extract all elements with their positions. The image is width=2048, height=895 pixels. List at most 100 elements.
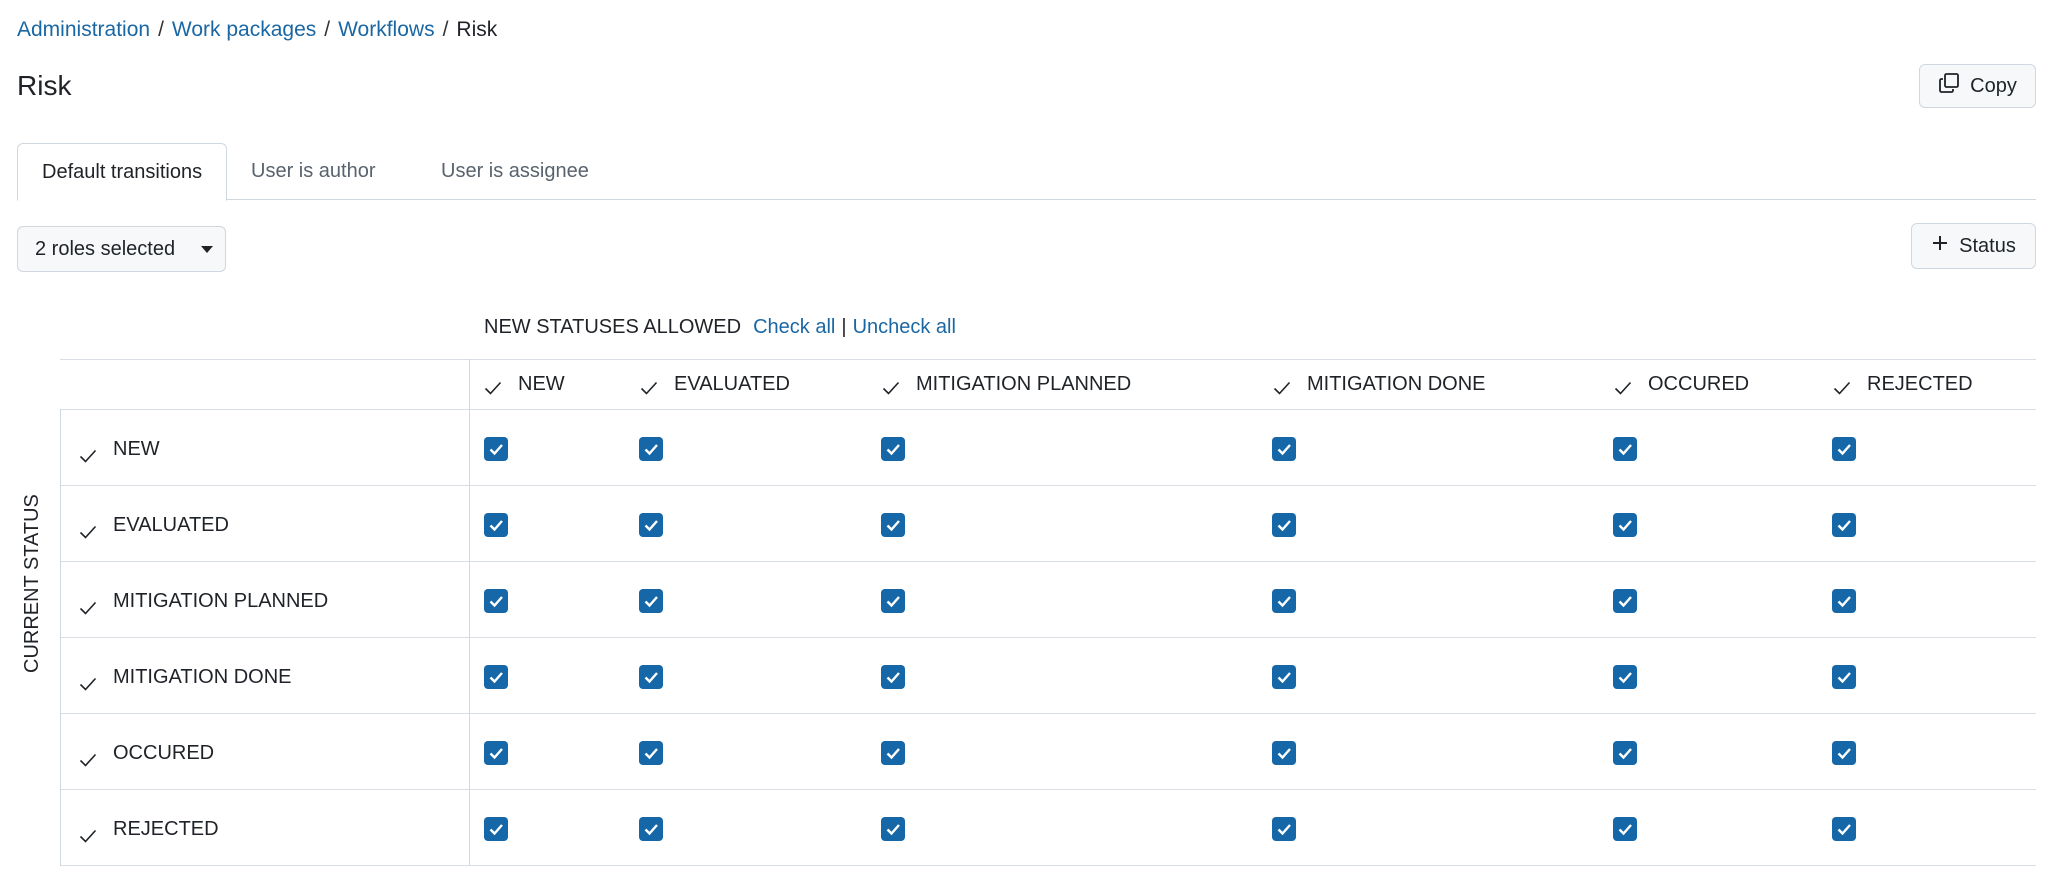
check-column-icon[interactable] — [1614, 378, 1632, 395]
column-header-label: MITIGATION DONE — [1307, 372, 1486, 395]
check-column-icon[interactable] — [882, 378, 900, 395]
transition-checkbox[interactable] — [881, 741, 905, 765]
check-column-icon[interactable] — [1833, 378, 1851, 395]
grid-line — [469, 359, 470, 866]
copy-button-label: Copy — [1970, 74, 2017, 97]
current-status-label: CURRENT STATUS — [21, 494, 43, 673]
check-row-icon[interactable] — [79, 674, 97, 691]
row-header-label: MITIGATION DONE — [113, 665, 292, 688]
transition-checkbox[interactable] — [639, 513, 663, 537]
transition-checkbox[interactable] — [1613, 741, 1637, 765]
row-header: MITIGATION PLANNED — [60, 563, 469, 639]
page-title: Risk — [17, 70, 72, 101]
roles-select[interactable]: 2 roles selected — [17, 226, 226, 272]
link-separator: | — [841, 316, 847, 338]
transition-checkbox[interactable] — [1272, 437, 1296, 461]
row-header-label: REJECTED — [113, 817, 219, 840]
transition-checkbox[interactable] — [1272, 589, 1296, 613]
transition-checkbox[interactable] — [1272, 817, 1296, 841]
breadcrumb-work-packages[interactable]: Work packages — [172, 18, 316, 42]
uncheck-all-link[interactable]: Uncheck all — [853, 316, 956, 339]
plus-icon — [1931, 234, 1949, 258]
transition-checkbox[interactable] — [1832, 437, 1856, 461]
tab-bar: Default transitions User is author User … — [17, 143, 2036, 201]
transition-checkbox[interactable] — [1832, 817, 1856, 841]
transition-checkbox[interactable] — [1272, 741, 1296, 765]
grid-line — [60, 409, 2036, 410]
transition-checkbox[interactable] — [881, 589, 905, 613]
breadcrumb: Administration / Work packages / Workflo… — [17, 18, 497, 42]
check-row-icon[interactable] — [79, 826, 97, 843]
transition-checkbox[interactable] — [639, 817, 663, 841]
check-column-icon[interactable] — [640, 378, 658, 395]
transition-checkbox[interactable] — [1272, 665, 1296, 689]
column-header: REJECTED — [1833, 359, 1973, 409]
check-row-icon[interactable] — [79, 446, 97, 463]
row-header-label: OCCURED — [113, 741, 215, 764]
breadcrumb-separator: / — [324, 18, 331, 41]
column-header: EVALUATED — [640, 359, 790, 409]
transition-checkbox[interactable] — [484, 741, 508, 765]
row-header: OCCURED — [60, 715, 469, 791]
caret-down-icon — [201, 245, 214, 253]
row-header: EVALUATED — [60, 487, 469, 563]
row-header: REJECTED — [60, 791, 469, 867]
transition-checkbox[interactable] — [1613, 589, 1637, 613]
row-header-label: NEW — [113, 437, 160, 460]
breadcrumb-current: Risk — [456, 18, 498, 41]
transition-checkbox[interactable] — [484, 665, 508, 689]
column-header: MITIGATION PLANNED — [882, 359, 1131, 409]
transition-checkbox[interactable] — [1613, 665, 1637, 689]
check-row-icon[interactable] — [79, 522, 97, 539]
tab-default-transitions[interactable]: Default transitions — [17, 143, 228, 201]
check-all-link[interactable]: Check all — [753, 316, 835, 339]
tab-user-is-author[interactable]: User is author — [227, 143, 400, 200]
column-header-label: EVALUATED — [674, 372, 790, 395]
check-row-icon[interactable] — [79, 598, 97, 615]
transition-checkbox[interactable] — [1832, 665, 1856, 689]
column-header: NEW — [484, 359, 565, 409]
transition-checkbox[interactable] — [1613, 817, 1637, 841]
transition-checkbox[interactable] — [881, 437, 905, 461]
add-status-label: Status — [1959, 234, 2016, 257]
row-header: MITIGATION DONE — [60, 639, 469, 715]
add-status-button[interactable]: Status — [1911, 223, 2036, 269]
breadcrumb-administration[interactable]: Administration — [17, 18, 150, 42]
transition-checkbox[interactable] — [1613, 437, 1637, 461]
check-column-icon[interactable] — [484, 378, 502, 395]
transition-checkbox[interactable] — [484, 513, 508, 537]
breadcrumb-separator: / — [158, 18, 164, 41]
breadcrumb-workflows[interactable]: Workflows — [338, 18, 434, 42]
transition-checkbox[interactable] — [1832, 589, 1856, 613]
transition-checkbox[interactable] — [1613, 513, 1637, 537]
roles-select-value: 2 roles selected — [35, 237, 176, 260]
new-statuses-allowed-label: NEW STATUSES ALLOWED — [484, 316, 742, 338]
transition-checkbox[interactable] — [639, 741, 663, 765]
column-header: OCCURED — [1614, 359, 1749, 409]
transition-checkbox[interactable] — [1832, 741, 1856, 765]
workflow-matrix: NEW EVALUATED MITIGATION PLANNED MITIGATION… — [60, 359, 2036, 867]
new-statuses-header: NEW STATUSES ALLOWED Check all | Uncheck… — [484, 316, 956, 339]
transition-checkbox[interactable] — [881, 665, 905, 689]
column-header-label: MITIGATION PLANNED — [916, 372, 1132, 395]
column-header-label: NEW — [518, 372, 565, 395]
transition-checkbox[interactable] — [639, 589, 663, 613]
transition-checkbox[interactable] — [484, 437, 508, 461]
transition-checkbox[interactable] — [639, 665, 663, 689]
breadcrumb-separator: / — [442, 18, 449, 41]
check-column-icon[interactable] — [1273, 378, 1291, 395]
transition-checkbox[interactable] — [881, 513, 905, 537]
transition-checkbox[interactable] — [484, 817, 508, 841]
transition-checkbox[interactable] — [639, 437, 663, 461]
tab-user-is-assignee[interactable]: User is assignee — [417, 143, 613, 200]
transition-checkbox[interactable] — [1832, 513, 1856, 537]
column-header: MITIGATION DONE — [1273, 359, 1486, 409]
transition-checkbox[interactable] — [484, 589, 508, 613]
row-header-label: MITIGATION PLANNED — [113, 589, 329, 612]
transition-checkbox[interactable] — [1272, 513, 1296, 537]
column-header-label: REJECTED — [1867, 372, 1973, 395]
copy-button[interactable]: Copy — [1919, 64, 2036, 108]
transition-checkbox[interactable] — [881, 817, 905, 841]
check-row-icon[interactable] — [79, 750, 97, 767]
column-header-label: OCCURED — [1648, 372, 1750, 395]
